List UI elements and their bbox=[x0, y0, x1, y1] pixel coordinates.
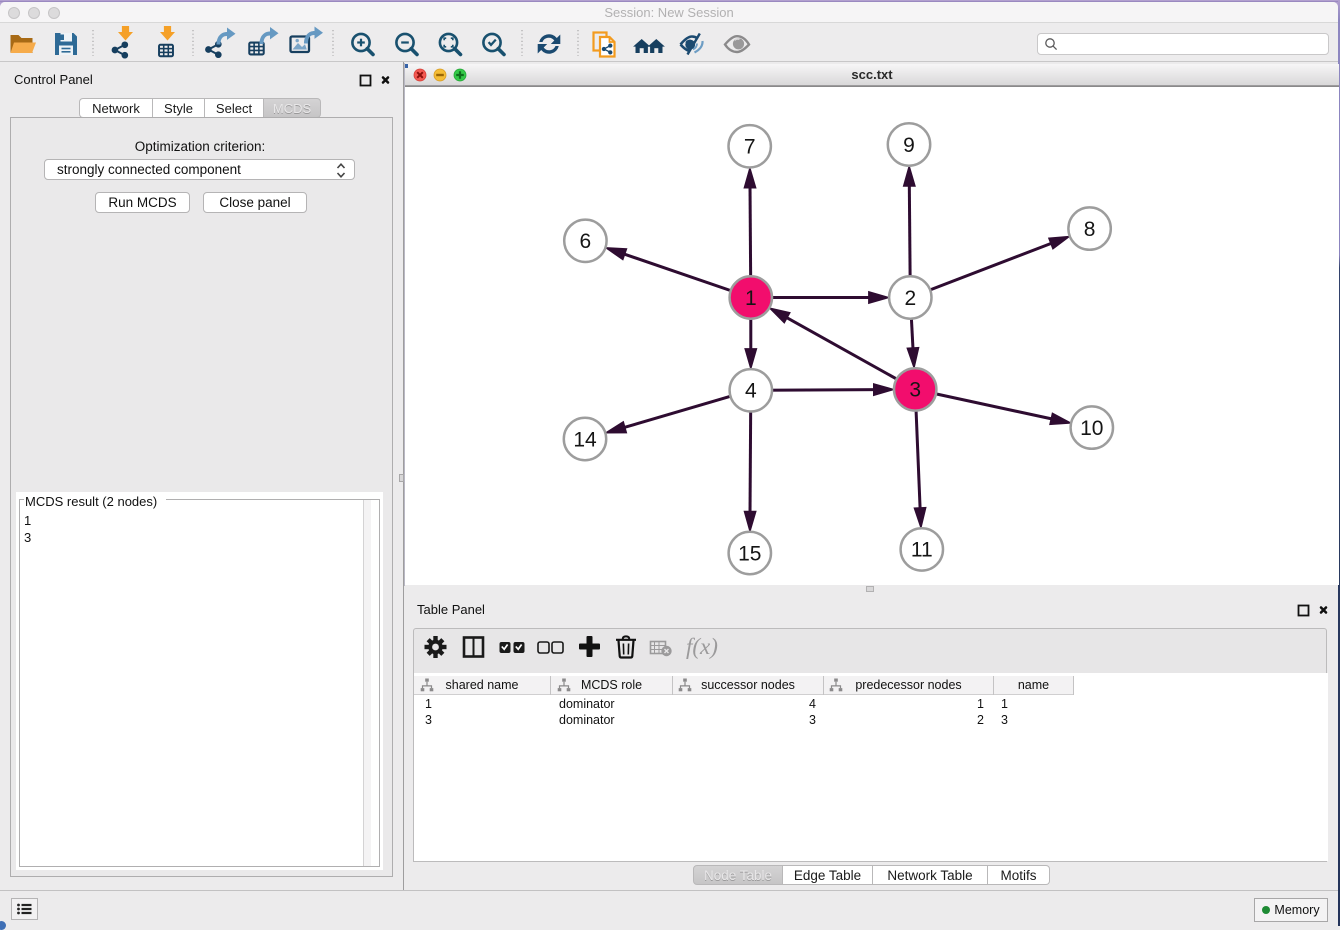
svg-text:11: 11 bbox=[911, 539, 933, 562]
svg-text:2: 2 bbox=[904, 287, 916, 310]
svg-text:1: 1 bbox=[745, 287, 757, 310]
svg-text:9: 9 bbox=[903, 134, 915, 157]
svg-text:6: 6 bbox=[580, 230, 592, 253]
svg-text:14: 14 bbox=[573, 428, 597, 451]
svg-text:8: 8 bbox=[1084, 218, 1096, 241]
svg-text:4: 4 bbox=[745, 380, 757, 403]
svg-text:7: 7 bbox=[744, 136, 756, 159]
svg-text:15: 15 bbox=[738, 542, 761, 565]
svg-text:10: 10 bbox=[1080, 417, 1103, 440]
svg-text:3: 3 bbox=[909, 379, 921, 402]
svg-text:f(x): f(x) bbox=[686, 634, 718, 659]
